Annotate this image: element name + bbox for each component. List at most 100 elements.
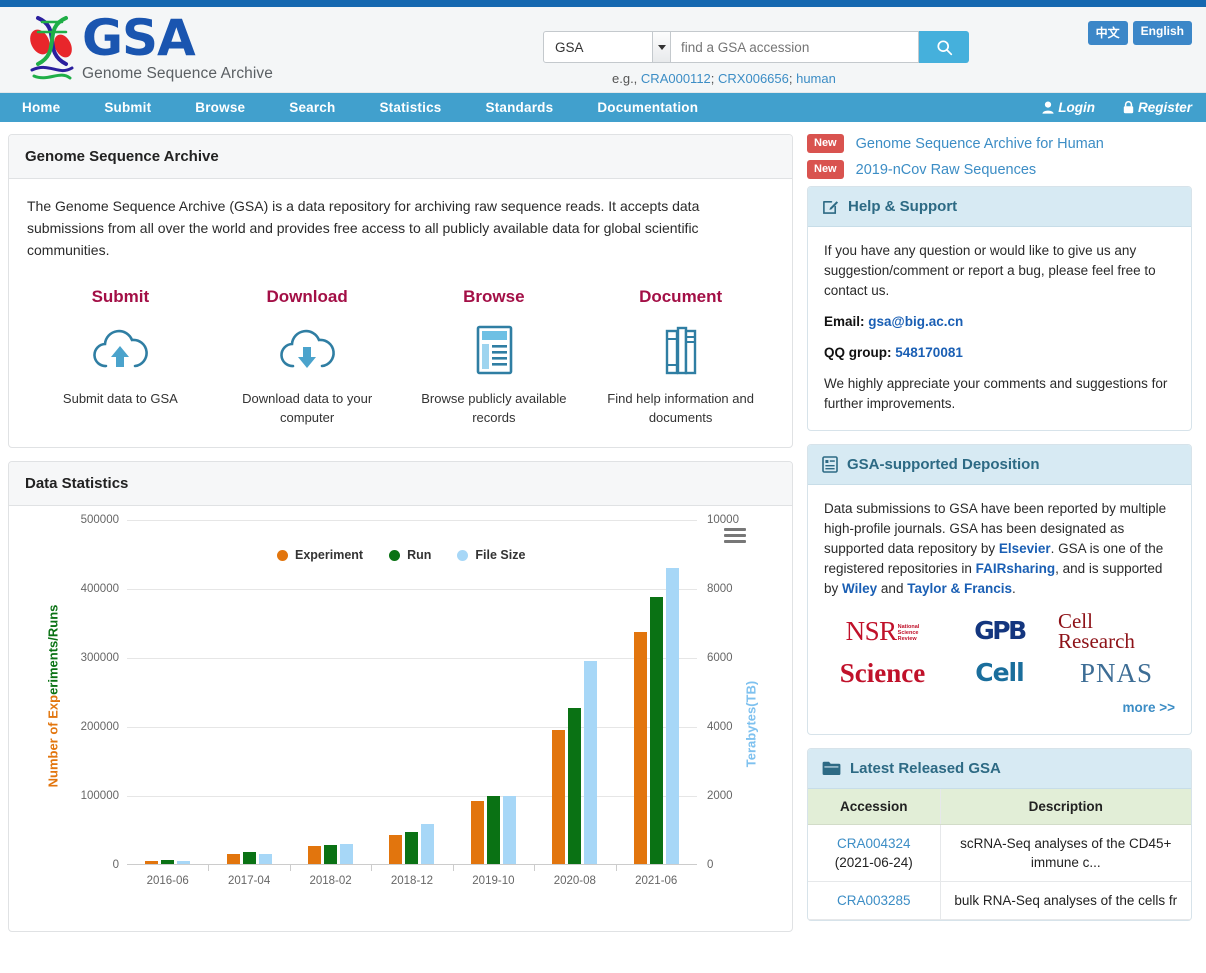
- bar-run[interactable]: [568, 708, 581, 865]
- journal-logo-gpb[interactable]: GPB: [941, 610, 1058, 652]
- table-row[interactable]: CRA004324 (2021-06-24) scRNA-Seq analyse…: [808, 825, 1191, 882]
- journal-logo-cell-research[interactable]: Cell Research: [1058, 610, 1175, 652]
- site-logo[interactable]: GSA Genome Sequence Archive: [22, 12, 273, 84]
- bar-experiment[interactable]: [634, 632, 647, 865]
- journal-logo-cell[interactable]: Cell: [941, 652, 1058, 694]
- stats-card-title: Data Statistics: [9, 462, 792, 506]
- help-intro: If you have any question or would like t…: [824, 241, 1175, 301]
- table-row[interactable]: CRA003285 bulk RNA-Seq analyses of the c…: [808, 882, 1191, 920]
- bar-run[interactable]: [650, 597, 663, 865]
- quick-link-document[interactable]: Document Find: [587, 287, 774, 427]
- email-link[interactable]: gsa@big.ac.cn: [868, 314, 963, 329]
- search-bar: GSA: [543, 31, 969, 63]
- bar-experiment[interactable]: [308, 846, 321, 865]
- nav-item-statistics[interactable]: Statistics: [357, 93, 463, 122]
- announcement-link[interactable]: Genome Sequence Archive for Human: [856, 136, 1104, 152]
- top-accent-bar: [0, 0, 1206, 7]
- bar-file-size[interactable]: [666, 568, 679, 865]
- journal-logo-pnas[interactable]: PNAS: [1058, 652, 1175, 694]
- email-label: Email:: [824, 314, 865, 329]
- deposition-title: GSA-supported Deposition: [847, 456, 1040, 473]
- y2-axis-tick: 6000: [707, 652, 733, 664]
- bar-run[interactable]: [487, 796, 500, 865]
- search-button[interactable]: [919, 31, 969, 63]
- chart-y2-axis-label: Terabytes(TB): [744, 681, 759, 767]
- bar-file-size[interactable]: [584, 661, 597, 865]
- nav-item-home[interactable]: Home: [0, 93, 82, 122]
- journal-name: Cell: [975, 663, 1023, 683]
- nav-item-standards[interactable]: Standards: [464, 93, 576, 122]
- fairsharing-link[interactable]: FAIRsharing: [976, 561, 1056, 576]
- intro-card-body: The Genome Sequence Archive (GSA) is a d…: [9, 179, 792, 447]
- quick-link-desc: Submit data to GSA: [27, 389, 214, 408]
- lang-button-en[interactable]: English: [1133, 21, 1192, 45]
- hamburger-menu-icon[interactable]: [724, 528, 746, 546]
- list-document-icon: [822, 456, 838, 473]
- main-column: Genome Sequence Archive The Genome Seque…: [8, 134, 793, 945]
- announcement-link[interactable]: 2019-nCov Raw Sequences: [856, 162, 1037, 178]
- y-axis-tick: 200000: [81, 721, 119, 733]
- search-scope-select[interactable]: GSA: [543, 31, 671, 63]
- wiley-link[interactable]: Wiley: [842, 581, 877, 596]
- intro-text: The Genome Sequence Archive (GSA) is a d…: [27, 195, 774, 261]
- site-header: GSA Genome Sequence Archive GSA e.g., CR…: [0, 7, 1206, 93]
- new-badge: New: [807, 134, 844, 153]
- x-axis-tick: 2017-04: [228, 875, 270, 887]
- qq-link[interactable]: 548170081: [895, 345, 963, 360]
- quick-link-submit[interactable]: Submit Submit data to GSA: [27, 287, 214, 427]
- y2-axis-tick: 10000: [707, 514, 739, 526]
- bar-experiment[interactable]: [471, 801, 484, 865]
- taylor-francis-link[interactable]: Taylor & Francis: [907, 581, 1012, 596]
- y-axis-tick: 300000: [81, 652, 119, 664]
- nav-item-search[interactable]: Search: [267, 93, 357, 122]
- y-axis-tick: 0: [113, 859, 119, 871]
- journal-logo-science[interactable]: Science: [824, 652, 941, 694]
- accession-link[interactable]: CRA003285: [816, 891, 932, 910]
- nav-item-documentation[interactable]: Documentation: [575, 93, 720, 122]
- x-axis-tick: 2016-06: [147, 875, 189, 887]
- quick-link-download[interactable]: Download Download data to your computer: [214, 287, 401, 427]
- journal-logo-nsr[interactable]: NSR NationalScienceReview: [824, 610, 941, 652]
- help-support-header: Help & Support: [808, 187, 1191, 227]
- x-axis-tick: 2019-10: [472, 875, 514, 887]
- journal-logos: NSR NationalScienceReview GPB Cell Resea…: [824, 610, 1175, 694]
- cloud-upload-icon: [27, 319, 214, 381]
- bar-file-size[interactable]: [421, 824, 434, 865]
- deposition-more-link[interactable]: more >>: [824, 698, 1175, 718]
- example-link-2[interactable]: CRX006656: [718, 71, 789, 86]
- bar-file-size[interactable]: [503, 796, 516, 865]
- register-button[interactable]: Register: [1109, 100, 1206, 115]
- latest-released-header: Latest Released GSA: [808, 749, 1191, 789]
- search-input[interactable]: [671, 31, 919, 63]
- bar-group: 2019-10: [453, 520, 534, 865]
- nav-item-submit[interactable]: Submit: [82, 93, 173, 122]
- bar-file-size[interactable]: [340, 844, 353, 865]
- example-link-1[interactable]: CRA000112: [641, 71, 711, 86]
- bar-group: 2017-04: [208, 520, 289, 865]
- bar-experiment[interactable]: [552, 730, 565, 865]
- journal-name: Science: [840, 663, 925, 683]
- chart-bar-groups: 2016-062017-042018-022018-122019-102020-…: [127, 520, 697, 865]
- help-support-panel: Help & Support If you have any question …: [807, 186, 1192, 431]
- quick-link-title: Submit: [27, 287, 214, 307]
- search-icon: [936, 39, 953, 56]
- bar-run[interactable]: [324, 845, 337, 865]
- bar-experiment[interactable]: [389, 835, 402, 865]
- example-link-3[interactable]: human: [796, 71, 836, 86]
- bar-run[interactable]: [405, 832, 418, 865]
- cloud-download-icon: [214, 319, 401, 381]
- latest-released-table: Accession Description CRA004324 (2021-06…: [808, 789, 1191, 920]
- y2-axis-tick: 2000: [707, 790, 733, 802]
- chevron-down-icon: [652, 32, 670, 62]
- bar-group: 2021-06: [616, 520, 697, 865]
- nav-item-browse[interactable]: Browse: [173, 93, 267, 122]
- elsevier-link[interactable]: Elsevier: [999, 541, 1051, 556]
- lang-button-zh[interactable]: 中文: [1088, 21, 1128, 45]
- accession-link[interactable]: CRA004324: [816, 834, 932, 853]
- login-button[interactable]: Login: [1028, 100, 1109, 115]
- quick-link-desc: Download data to your computer: [214, 389, 401, 427]
- books-icon: [587, 319, 774, 381]
- x-axis-tick: 2021-06: [635, 875, 677, 887]
- announcement-row: New Genome Sequence Archive for Human: [807, 134, 1192, 153]
- quick-link-browse[interactable]: Browse Browse: [401, 287, 588, 427]
